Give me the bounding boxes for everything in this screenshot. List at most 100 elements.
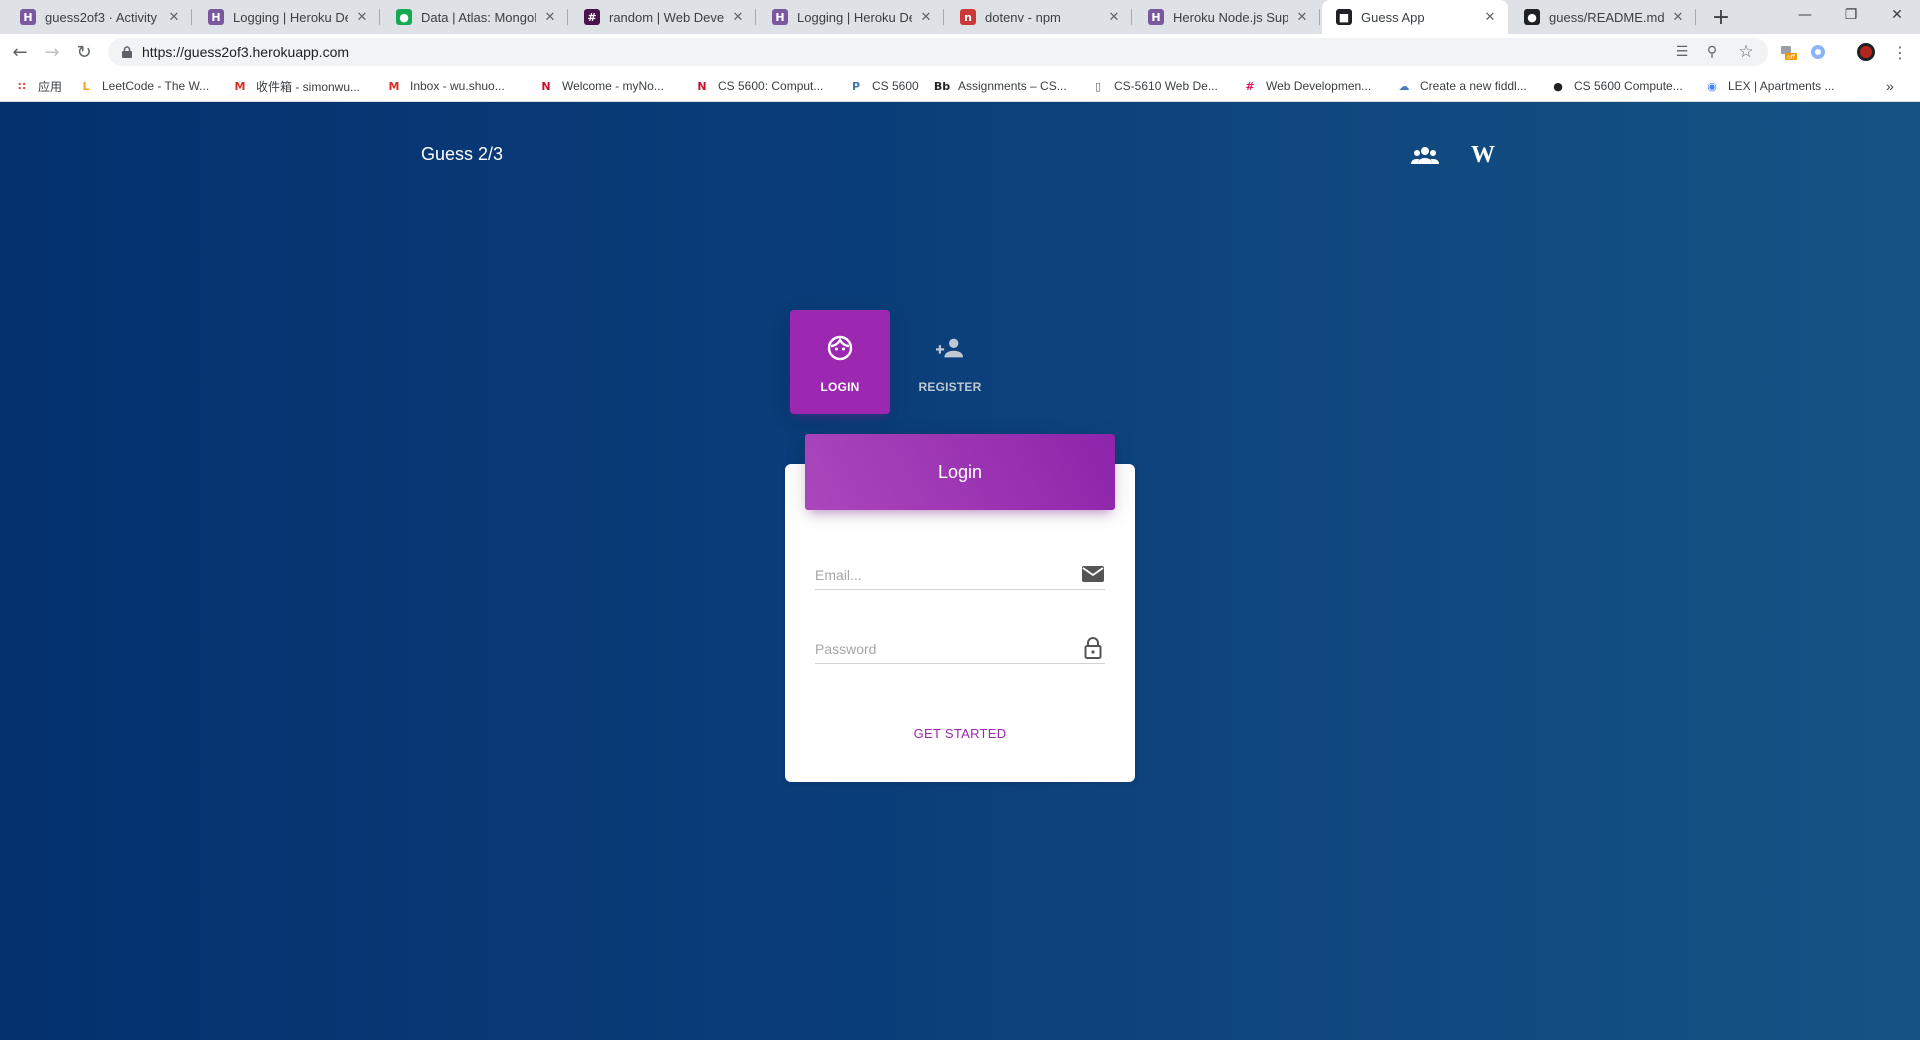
apps-grid-icon: ∷ xyxy=(18,79,26,93)
profile-avatar[interactable] xyxy=(1856,42,1876,62)
address-bar[interactable]: https://guess2of3.herokuapp.com xyxy=(108,38,1768,66)
bookmark-label: Welcome - myNo... xyxy=(562,79,664,93)
bookmark-label: 收件箱 - simonwu... xyxy=(256,79,361,94)
login-card-header: Login xyxy=(805,434,1115,510)
close-tab-icon[interactable]: ✕ xyxy=(1294,9,1310,25)
browser-tab[interactable]: Hguess2of3 · Activity | ✕ xyxy=(6,0,192,34)
login-card-title: Login xyxy=(937,461,983,482)
northeastern-icon: N xyxy=(697,79,707,93)
bookmark-label: Create a new fiddl... xyxy=(1420,79,1527,93)
email-input[interactable] xyxy=(815,564,1065,586)
heroku-icon: H xyxy=(1148,9,1164,25)
bookmark-item[interactable]: ∷ 应用 xyxy=(14,76,62,96)
github-icon: ● xyxy=(1524,9,1540,25)
document-icon: ▯ xyxy=(1094,79,1102,93)
close-tab-icon[interactable]: ✕ xyxy=(1106,9,1122,25)
bookmark-item[interactable]: ▯ CS-5610 Web De... xyxy=(1090,76,1218,96)
bookmark-label: CS 5600: Comput... xyxy=(718,79,824,93)
bookmark-label: Assignments – CS... xyxy=(958,79,1067,93)
browser-tab-title: random | Web Develc xyxy=(609,9,724,25)
restore-window-button[interactable]: ❐ xyxy=(1828,0,1874,30)
close-tab-icon[interactable]: ✕ xyxy=(1482,9,1498,25)
key-icon[interactable]: ⚲ xyxy=(1702,42,1722,62)
email-envelope-icon xyxy=(1081,562,1105,586)
close-tab-icon[interactable]: ✕ xyxy=(542,9,558,25)
browser-tab-title: Logging | Heroku De xyxy=(797,9,912,25)
bookmark-item[interactable]: ☁ Create a new fiddl... xyxy=(1396,76,1527,96)
gmail-icon: M xyxy=(388,79,400,93)
chrome-icon: ◉ xyxy=(1707,79,1717,93)
browser-tab[interactable]: ■ Guess App ✕ xyxy=(1322,0,1508,34)
bookmark-item[interactable]: M Inbox - wu.shuo... xyxy=(386,76,505,96)
slack-icon: # xyxy=(584,9,600,25)
bookmark-label: LEX | Apartments ... xyxy=(1728,79,1835,93)
browser-tab[interactable]: ● guess/README.md a ✕ xyxy=(1510,0,1696,34)
reload-icon[interactable]: ↻ xyxy=(70,38,98,66)
forward-arrow-icon[interactable]: → xyxy=(38,38,66,66)
bookmark-item[interactable]: # Web Developmen... xyxy=(1242,76,1371,96)
close-tab-icon[interactable]: ✕ xyxy=(730,9,746,25)
blackboard-icon: Bb xyxy=(933,79,951,93)
lock-icon xyxy=(120,45,134,59)
browser-menu-icon[interactable]: ⋮ xyxy=(1890,42,1910,62)
close-tab-icon[interactable]: ✕ xyxy=(354,9,370,25)
browser-tab[interactable]: n dotenv - npm ✕ xyxy=(946,0,1132,34)
bookmark-item[interactable]: ● CS 5600 Compute... xyxy=(1550,76,1683,96)
url-text: https://guess2of3.herokuapp.com xyxy=(142,44,350,60)
tab-register[interactable]: REGISTER xyxy=(900,310,1000,414)
northeastern-icon: N xyxy=(541,79,551,93)
back-arrow-icon[interactable]: ← xyxy=(6,38,34,66)
bookmark-label: CS 5600 Compute... xyxy=(1574,79,1683,93)
get-started-button[interactable]: GET STARTED xyxy=(880,717,1040,749)
bookmark-item[interactable]: L LeetCode - The W... xyxy=(78,76,209,96)
bookmark-star-icon[interactable]: ☆ xyxy=(1736,42,1756,62)
bookmark-label: CS-5610 Web De... xyxy=(1114,79,1218,93)
bookmark-item[interactable]: ◉ LEX | Apartments ... xyxy=(1704,76,1835,96)
email-field xyxy=(815,560,1105,590)
browser-tab-strip: Hguess2of3 · Activity | ✕ H Logging | Herok… xyxy=(0,0,1920,34)
new-tab-button[interactable]: + xyxy=(1708,4,1734,30)
browser-tab-title: guess/README.md a xyxy=(1549,9,1664,25)
person-add-icon xyxy=(936,334,964,362)
bookmark-item[interactable]: N CS 5600: Comput... xyxy=(694,76,823,96)
password-field xyxy=(815,634,1105,664)
gmail-icon: M xyxy=(234,79,246,93)
bookmark-label: Web Developmen... xyxy=(1266,79,1372,93)
close-tab-icon[interactable]: ✕ xyxy=(1670,9,1686,25)
face-icon xyxy=(826,334,854,362)
bookmark-item[interactable]: Bb Assignments – CS... xyxy=(934,76,1067,96)
translate-icon[interactable]: ☰ xyxy=(1672,42,1692,62)
wikipedia-icon[interactable]: W xyxy=(1468,140,1498,170)
password-input[interactable] xyxy=(815,638,1065,660)
browser-tab-title: Data | Atlas: MongoD xyxy=(421,9,536,25)
browser-tab[interactable]: H Logging | Heroku De ✕ xyxy=(758,0,944,34)
close-window-button[interactable]: ✕ xyxy=(1874,0,1920,30)
browser-tab[interactable]: ● Data | Atlas: MongoD ✕ xyxy=(382,0,568,34)
browser-tab-title: Guess App xyxy=(1361,9,1425,25)
close-tab-icon[interactable]: ✕ xyxy=(166,9,182,25)
heroku-icon: H xyxy=(208,9,224,25)
piazza-icon: P xyxy=(851,79,861,93)
tab-register-label: REGISTER xyxy=(918,380,982,394)
more-bookmarks-chevron-icon[interactable]: » xyxy=(1886,76,1894,96)
tab-login[interactable]: LOGIN xyxy=(790,310,890,414)
brand-title[interactable]: Guess 2/3 xyxy=(421,144,503,165)
users-group-icon[interactable] xyxy=(1410,140,1440,170)
browser-tab[interactable]: H Logging | Heroku De ✕ xyxy=(194,0,380,34)
bookmark-item[interactable]: N Welcome - myNo... xyxy=(538,76,664,96)
minimize-window-button[interactable]: — xyxy=(1782,0,1828,30)
tab-login-label: LOGIN xyxy=(820,380,860,394)
npm-icon: n xyxy=(960,9,976,25)
browser-tab[interactable]: # random | Web Develc ✕ xyxy=(570,0,756,34)
bookmark-item[interactable]: M 收件箱 - simonwu... xyxy=(232,76,361,96)
bookmark-item[interactable]: P CS 5600 xyxy=(848,76,919,96)
browser-tab-title: Heroku Node.js Supp xyxy=(1173,9,1288,25)
leetcode-icon: L xyxy=(82,79,90,93)
extension-icon[interactable] xyxy=(1808,42,1828,62)
browser-tab[interactable]: H Heroku Node.js Supp ✕ xyxy=(1134,0,1320,34)
extension-off-icon[interactable]: off xyxy=(1778,42,1798,62)
jsfiddle-icon: ☁ xyxy=(1398,79,1410,93)
heroku-icon: H xyxy=(20,9,36,25)
close-tab-icon[interactable]: ✕ xyxy=(918,9,934,25)
bookmark-label: LeetCode - The W... xyxy=(102,79,210,93)
